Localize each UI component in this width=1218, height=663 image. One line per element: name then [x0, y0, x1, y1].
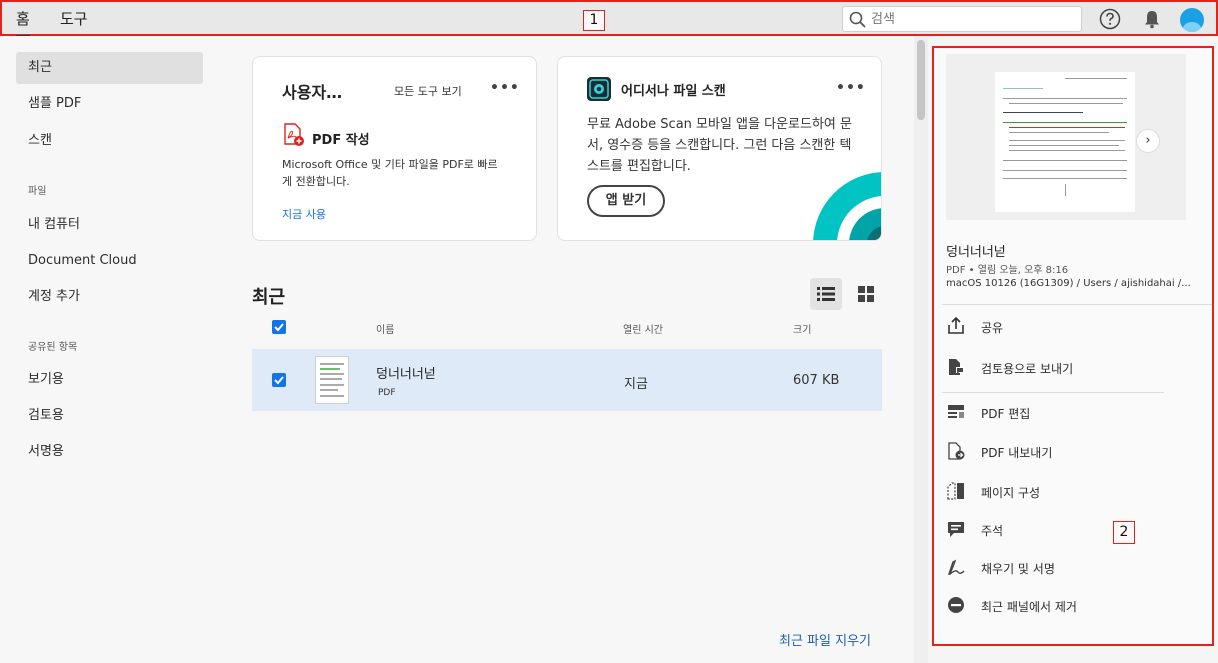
- share-icon: [948, 316, 964, 334]
- sidebar-item-sample-pdf[interactable]: 샘플 PDF: [16, 88, 203, 120]
- export-pdf-icon: [948, 442, 965, 460]
- document-preview-page: [995, 72, 1135, 212]
- action-comment-label: 주석: [981, 524, 1004, 538]
- tab-home[interactable]: 홈: [16, 8, 30, 37]
- file-opened-time: 지금: [624, 377, 648, 392]
- action-remove-from-recent[interactable]: 최근 패널에서 제거: [946, 595, 1196, 617]
- avatar[interactable]: [1180, 8, 1204, 32]
- create-pdf-icon: [284, 123, 304, 146]
- edit-pdf-icon: [948, 405, 964, 418]
- action-fill-and-sign[interactable]: 채우기 및 서명: [946, 557, 1196, 579]
- sidebar-item-for-review[interactable]: 검토용: [16, 400, 203, 432]
- list-view-button[interactable]: [810, 278, 842, 310]
- clear-recent-files-link[interactable]: 최근 파일 지우기: [779, 630, 871, 649]
- main-scrollbar[interactable]: [914, 36, 928, 663]
- bell-icon[interactable]: [1141, 8, 1163, 30]
- file-thumbnail: [315, 356, 349, 404]
- panel-file-name: 덩너너너넏: [946, 245, 1006, 260]
- scan-card-title: 어디서나 파일 스캔: [621, 84, 726, 99]
- help-icon[interactable]: [1099, 8, 1121, 30]
- grid-view-icon: [858, 286, 874, 302]
- action-organize-pages-label: 페이지 구성: [981, 486, 1041, 500]
- search-icon: [849, 11, 866, 28]
- checkmark-icon: [274, 323, 284, 332]
- action-export-pdf-label: PDF 내보내기: [981, 446, 1053, 460]
- action-send-for-review[interactable]: 검토용으로 보내기: [946, 357, 1196, 379]
- tools-card-title: 사용자…: [282, 83, 343, 102]
- sidebar: 최근 샘플 PDF 스캔 파일 내 컴퓨터 Document Cloud 계정 …: [0, 36, 218, 663]
- panel-divider: [942, 392, 1164, 393]
- row-checkbox[interactable]: [272, 373, 286, 387]
- action-comment[interactable]: 주석: [946, 519, 1196, 541]
- remove-icon: [948, 597, 964, 613]
- scan-description: 무료 Adobe Scan 모바일 앱을 다운로드하여 문서, 영수증 등을 스…: [587, 117, 852, 174]
- checkmark-icon: [274, 376, 284, 385]
- preview-next-button[interactable]: ›: [1136, 129, 1160, 153]
- file-size: 607 KB: [793, 373, 840, 388]
- sidebar-item-for-signing[interactable]: 서명용: [16, 436, 203, 468]
- table-row[interactable]: 덩너너너넏 PDF 지금 607 KB: [252, 349, 882, 411]
- action-share[interactable]: 공유: [946, 316, 1196, 338]
- action-send-for-review-label: 검토용으로 보내기: [981, 362, 1074, 376]
- sidebar-item-document-cloud[interactable]: Document Cloud: [16, 245, 203, 277]
- top-navigation-bar: 홈 도구 1: [0, 0, 1218, 37]
- annotation-marker-2: 2: [1113, 521, 1135, 544]
- file-details-panel: › 덩너너너넏 PDF • 열림 오늘, 오후 8:16 macOS 10126…: [932, 46, 1214, 646]
- sidebar-item-recent[interactable]: 최근: [16, 52, 203, 84]
- sidebar-item-my-computer[interactable]: 내 컴퓨터: [16, 209, 203, 241]
- panel-file-meta: PDF • 열림 오늘, 오후 8:16: [946, 265, 1069, 276]
- scan-more-button[interactable]: •••: [836, 80, 866, 96]
- get-app-button[interactable]: 앱 받기: [587, 185, 665, 217]
- scan-card: 어디서나 파일 스캔 ••• 무료 Adobe Scan 모바일 앱을 다운로드…: [557, 56, 882, 241]
- create-pdf-title[interactable]: PDF 작성: [312, 129, 370, 148]
- tab-tools[interactable]: 도구: [60, 8, 88, 29]
- tools-card: 사용자… 모든 도구 보기 ••• PDF 작성 Microsoft Offic…: [252, 56, 537, 241]
- send-for-review-icon: [949, 359, 964, 375]
- file-type: PDF: [378, 388, 396, 398]
- use-now-link[interactable]: 지금 사용: [282, 206, 326, 222]
- list-view-icon: [817, 287, 835, 301]
- search-input[interactable]: [871, 10, 1071, 28]
- select-all-checkbox[interactable]: [272, 320, 286, 334]
- action-remove-from-recent-label: 최근 패널에서 제거: [981, 600, 1077, 614]
- grid-view-button[interactable]: [850, 278, 882, 310]
- scan-decoration-graphic: [813, 172, 881, 240]
- action-fill-and-sign-label: 채우기 및 서명: [981, 562, 1055, 576]
- scrollbar-thumb[interactable]: [917, 40, 925, 120]
- sidebar-item-add-account[interactable]: 계정 추가: [16, 281, 203, 313]
- panel-file-path: macOS 10126 (16G1309) / Users / ajishida…: [946, 278, 1191, 289]
- comment-icon: [948, 522, 964, 537]
- sidebar-header-files: 파일: [28, 186, 47, 197]
- action-edit-pdf-label: PDF 편집: [981, 407, 1031, 421]
- sidebar-item-for-viewing[interactable]: 보기용: [16, 364, 203, 396]
- panel-divider: [942, 304, 1212, 305]
- action-share-label: 공유: [981, 321, 1004, 335]
- create-pdf-description: Microsoft Office 및 기타 파일을 PDF로 빠르게 전환합니다…: [282, 158, 498, 188]
- column-header-name[interactable]: 이름: [376, 321, 394, 336]
- view-all-tools-link[interactable]: 모든 도구 보기: [394, 83, 462, 99]
- search-box[interactable]: [842, 6, 1082, 32]
- sidebar-header-shared: 공유된 항목: [28, 342, 78, 353]
- file-preview: ›: [946, 54, 1186, 220]
- sidebar-item-scan[interactable]: 스캔: [16, 125, 203, 157]
- column-header-opened[interactable]: 열린 시간: [623, 321, 663, 336]
- column-header-size[interactable]: 크기: [793, 321, 811, 336]
- action-export-pdf[interactable]: PDF 내보내기: [946, 441, 1196, 463]
- organize-pages-icon: [947, 482, 964, 500]
- tools-more-button[interactable]: •••: [490, 80, 520, 96]
- main-content: 사용자… 모든 도구 보기 ••• PDF 작성 Microsoft Offic…: [218, 36, 914, 663]
- action-organize-pages[interactable]: 페이지 구성: [946, 481, 1196, 503]
- file-name: 덩너너너넏: [376, 367, 436, 382]
- annotation-marker-1: 1: [583, 10, 605, 31]
- adobe-scan-icon: [587, 77, 611, 101]
- action-edit-pdf[interactable]: PDF 편집: [946, 402, 1196, 424]
- fill-sign-icon: [948, 559, 965, 575]
- recent-section-title: 최근: [252, 287, 286, 308]
